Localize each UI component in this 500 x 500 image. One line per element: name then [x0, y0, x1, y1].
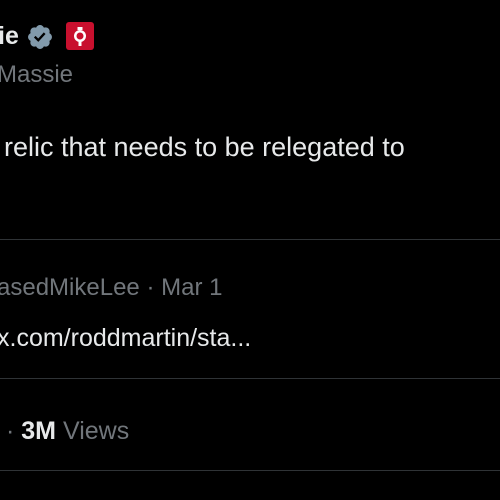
state-flag-icon	[66, 22, 94, 50]
quote-author-handle[interactable]: asedMikeLee	[0, 274, 140, 301]
quote-author-line[interactable]: asedMikeLee · Mar 1	[0, 273, 222, 303]
views-count[interactable]: 3M	[21, 417, 56, 445]
views-line: · 3M Views	[6, 415, 129, 447]
divider	[0, 378, 500, 379]
separator-dot: ·	[6, 417, 15, 445]
divider	[0, 239, 500, 240]
post-text: relic that needs to be relegated to	[4, 132, 405, 162]
verified-badge-icon[interactable]	[26, 23, 54, 51]
flag-emblem	[74, 27, 86, 46]
author-name[interactable]: ie	[0, 20, 19, 52]
quote-link[interactable]: x.com/roddmartin/sta...	[0, 322, 251, 354]
tweet-view: ie Massie relic that needs to be relegat…	[0, 0, 500, 500]
separator-dot: ·	[146, 274, 155, 301]
divider	[0, 470, 500, 471]
views-label: Views	[62, 417, 130, 445]
author-handle[interactable]: Massie	[0, 60, 73, 90]
quote-date[interactable]: Mar 1	[161, 274, 222, 301]
